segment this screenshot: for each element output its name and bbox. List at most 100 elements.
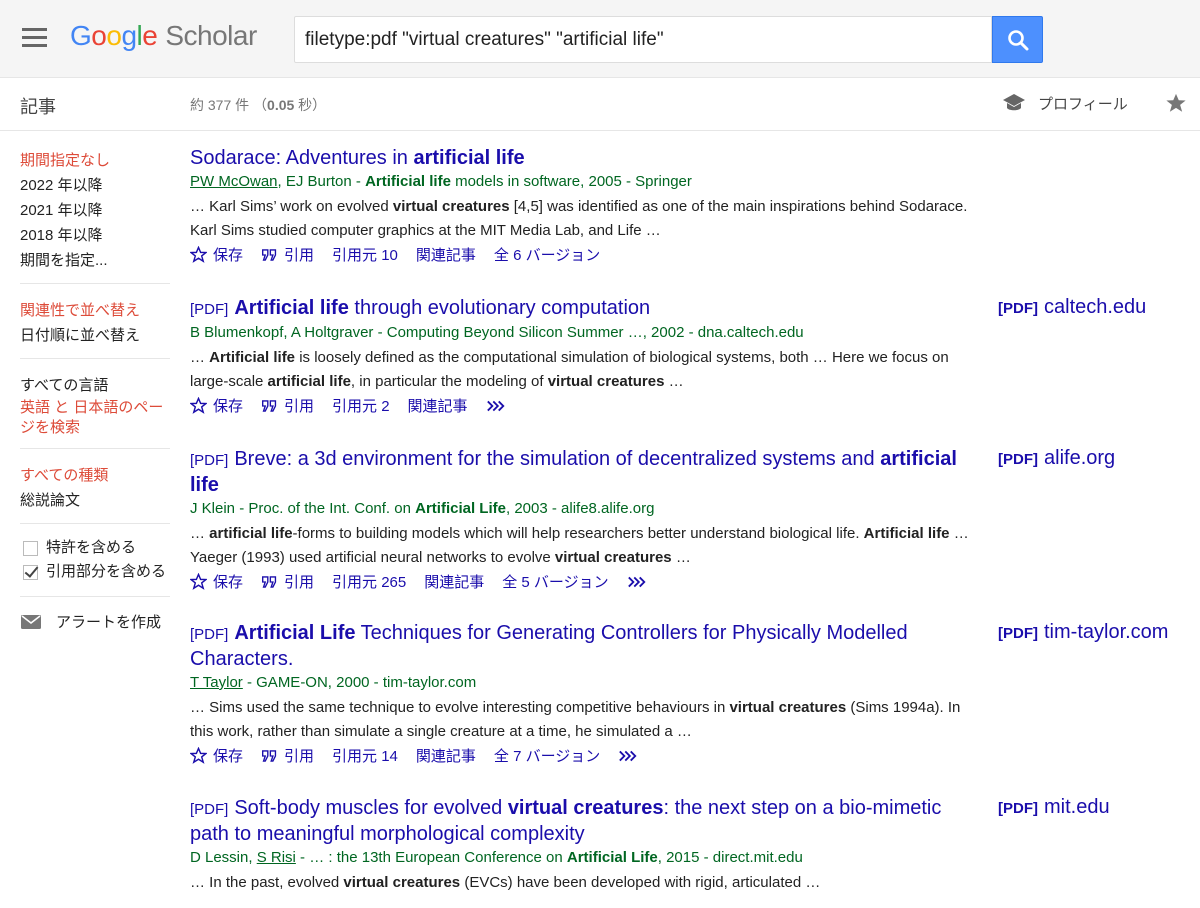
my-library-star-icon[interactable]	[1165, 92, 1187, 119]
snippet-text: … Sims used the same technique to evolve…	[190, 699, 730, 716]
save-button[interactable]: 保存	[190, 244, 243, 265]
pdf-tag: [PDF]	[190, 626, 229, 643]
result-snippet: … artificial life-forms to building mode…	[190, 522, 980, 570]
result-authors-source: B Blumenkopf, A Holtgraver - Computing B…	[190, 323, 980, 343]
related-articles-link[interactable]: 関連記事	[416, 745, 476, 766]
related-articles-link[interactable]: 関連記事	[416, 244, 476, 265]
author-link[interactable]: PW McOwan	[190, 173, 278, 190]
snippet-text: virtual creatures	[554, 549, 672, 566]
all-versions-link[interactable]: 全 7 バージョン	[494, 745, 600, 766]
period-since-2022[interactable]: 2022 年以降	[20, 173, 170, 198]
result-actions: 保存 引用 引用元 14 関連記事全 7 バージョン	[190, 745, 980, 766]
pdf-download-link[interactable]: [PDF] alife.org	[998, 447, 1115, 470]
result-authors-source: PW McOwan, EJ Burton - Artificial life m…	[190, 172, 980, 192]
cited-by-link[interactable]: 引用元 10	[332, 244, 398, 265]
star-icon	[190, 573, 207, 590]
profile-label: プロフィール	[1038, 95, 1128, 113]
result-title-link[interactable]: [PDF] Soft-body muscles for evolved virtu…	[190, 796, 980, 847]
type-review[interactable]: 総説論文	[20, 488, 170, 513]
result-title-link[interactable]: [PDF] Artificial Life Techniques for Gene…	[190, 621, 980, 672]
profile-link[interactable]: プロフィール	[1002, 92, 1128, 114]
meta-text: D Lessin,	[190, 849, 257, 866]
period-custom[interactable]: 期間を指定...	[20, 248, 170, 273]
title-text: virtual creatures	[507, 797, 664, 819]
more-options-button[interactable]	[486, 399, 506, 413]
language-all[interactable]: すべての言語	[20, 373, 170, 398]
save-button[interactable]: 保存	[190, 745, 243, 766]
include-patents-checkbox[interactable]: 特許を含める	[20, 538, 170, 558]
save-button[interactable]: 保存	[190, 395, 243, 416]
search-icon	[1007, 29, 1028, 50]
snippet-text: virtual creatures	[392, 198, 510, 215]
period-since-2018[interactable]: 2018 年以降	[20, 223, 170, 248]
snippet-text: … In the past, evolved	[190, 874, 344, 891]
more-options-button[interactable]	[627, 575, 647, 589]
cite-button[interactable]: 引用	[261, 244, 314, 265]
meta-text: Artificial Life	[566, 849, 658, 866]
pdf-tag: [PDF]	[998, 800, 1038, 817]
section-label: 記事	[20, 97, 56, 117]
meta-text: , 2003 - alife8.alife.org	[505, 500, 655, 517]
meta-text: Artificial Life	[415, 500, 506, 517]
cite-label: 引用	[284, 398, 315, 415]
pdf-download-link[interactable]: [PDF] mit.edu	[998, 796, 1110, 819]
all-versions-link[interactable]: 全 6 バージョン	[494, 244, 600, 265]
pdf-tag: [PDF]	[190, 301, 229, 318]
language-en-ja[interactable]: 英語 と 日本語のページを検索	[20, 398, 170, 438]
pdf-download-link[interactable]: [PDF] tim-taylor.com	[998, 621, 1168, 644]
snippet-text: …	[664, 373, 684, 390]
checkbox-checked[interactable]	[23, 565, 38, 580]
result-snippet: … Karl Sims’ work on evolved virtual cre…	[190, 195, 980, 243]
result-title-link[interactable]: [PDF] Breve: a 3d environment for the sim…	[190, 447, 980, 498]
meta-text: , EJ Burton -	[277, 173, 366, 190]
meta-text: Artificial life	[365, 173, 451, 190]
star-icon	[190, 397, 207, 414]
result-actions: 保存 引用 引用元 10 関連記事全 6 バージョン	[190, 244, 980, 265]
pdf-domain: alife.org	[1044, 447, 1116, 469]
result-title-link[interactable]: Sodarace: Adventures in artificial life	[190, 146, 980, 171]
pdf-download-link[interactable]: [PDF] caltech.edu	[998, 296, 1146, 319]
search-button[interactable]	[992, 16, 1043, 63]
chevron-double-right-icon	[486, 400, 505, 411]
result-title-link[interactable]: [PDF] Artificial life through evolutionar…	[190, 296, 980, 322]
snippet-text: virtual creatures	[729, 699, 847, 716]
cite-button[interactable]: 引用	[261, 395, 314, 416]
author-link[interactable]: S Risi	[257, 849, 296, 866]
related-articles-link[interactable]: 関連記事	[408, 395, 468, 416]
save-button[interactable]: 保存	[190, 571, 243, 592]
meta-text: J Klein - Proc. of the Int. Conf. on	[190, 500, 416, 517]
cite-button[interactable]: 引用	[261, 571, 314, 592]
graduation-cap-icon	[1003, 94, 1025, 111]
cite-button[interactable]: 引用	[261, 745, 314, 766]
cite-label: 引用	[284, 247, 315, 264]
search-input[interactable]	[294, 16, 992, 63]
sort-date[interactable]: 日付順に並べ替え	[20, 323, 170, 348]
include-citations-checkbox[interactable]: 引用部分を含める	[20, 562, 170, 582]
google-scholar-logo[interactable]: Google Scholar	[70, 20, 257, 52]
checkbox-unchecked[interactable]	[23, 541, 38, 556]
period-any[interactable]: 期間指定なし	[20, 148, 170, 173]
type-all[interactable]: すべての種類	[20, 463, 170, 488]
meta-text: - … : the 13th European Conference on	[295, 849, 567, 866]
more-options-button[interactable]	[618, 749, 638, 763]
snippet-text: virtual creatures	[343, 874, 461, 891]
pdf-domain: caltech.edu	[1044, 296, 1147, 318]
all-versions-link[interactable]: 全 5 バージョン	[502, 571, 608, 592]
cited-by-link[interactable]: 引用元 14	[332, 745, 398, 766]
sort-relevance[interactable]: 関連性で並べ替え	[20, 298, 170, 323]
create-alert-link[interactable]: アラートを作成	[20, 611, 170, 632]
period-since-2021[interactable]: 2021 年以降	[20, 198, 170, 223]
related-articles-link[interactable]: 関連記事	[424, 571, 484, 592]
result-actions: 保存 引用 引用元 2 関連記事	[190, 395, 980, 416]
menu-icon[interactable]	[22, 28, 47, 48]
snippet-text: … Karl Sims’ work on evolved	[190, 198, 393, 215]
type-filter: すべての種類 総説論文	[20, 463, 170, 524]
cited-by-link[interactable]: 引用元 265	[332, 571, 406, 592]
cited-by-link[interactable]: 引用元 2	[332, 395, 390, 416]
quote-icon	[262, 248, 277, 261]
save-label: 保存	[213, 247, 244, 264]
author-link[interactable]: T Taylor	[190, 674, 243, 691]
snippet-text: …	[190, 349, 210, 366]
meta-text: models in software, 2005 - Springer	[450, 173, 692, 190]
cite-label: 引用	[284, 574, 315, 591]
